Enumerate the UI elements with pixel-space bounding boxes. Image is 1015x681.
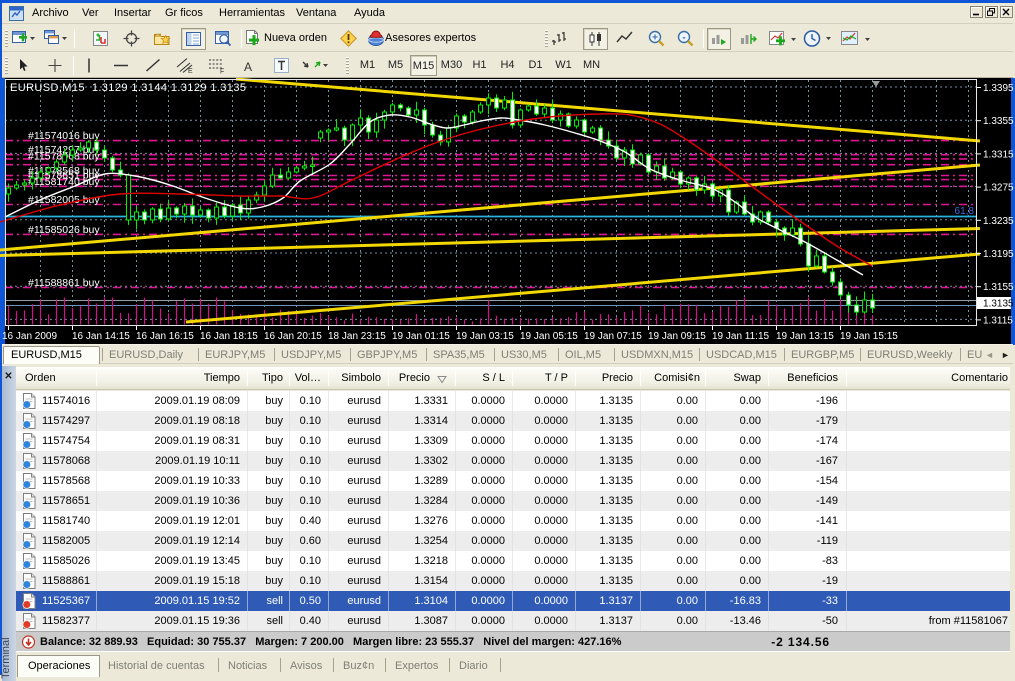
svg-text:16 Jan 20:15: 16 Jan 20:15: [264, 331, 322, 342]
svg-text:1.3355: 1.3355: [983, 116, 1014, 127]
svg-text:#11585026 buy: #11585026 buy: [28, 224, 100, 236]
svg-text:1.3135: 1.3135: [983, 299, 1014, 310]
svg-text:1.3155: 1.3155: [983, 282, 1014, 293]
svg-text:1.3235: 1.3235: [983, 216, 1014, 227]
svg-text:1.3315: 1.3315: [983, 149, 1014, 160]
svg-text:1.3115: 1.3115: [983, 315, 1013, 326]
svg-text:1.3275: 1.3275: [983, 183, 1014, 194]
svg-text:19 Jan 09:15: 19 Jan 09:15: [648, 331, 706, 342]
svg-text:+: +: [652, 33, 658, 44]
svg-text:16 Jan 14:15: 16 Jan 14:15: [72, 331, 130, 342]
svg-text:18 Jan 23:15: 18 Jan 23:15: [328, 331, 386, 342]
svg-text:EURUSD,M15 1.3129 1.3144 1.31: EURUSD,M15 1.3129 1.3144 1.3129 1.3135: [10, 82, 246, 94]
svg-text:19 Jan 13:15: 19 Jan 13:15: [776, 331, 834, 342]
svg-text:19 Jan 15:15: 19 Jan 15:15: [840, 331, 898, 342]
svg-text:1.3395: 1.3395: [983, 83, 1014, 94]
svg-text:19 Jan 05:15: 19 Jan 05:15: [520, 331, 578, 342]
svg-text:-: -: [682, 33, 685, 44]
svg-text:61,8: 61,8: [955, 206, 975, 217]
svg-text:19 Jan 01:15: 19 Jan 01:15: [392, 331, 450, 342]
svg-text:19 Jan 11:15: 19 Jan 11:15: [712, 331, 770, 342]
svg-text:E: E: [188, 68, 193, 74]
svg-text:#11574016 buy: #11574016 buy: [28, 130, 100, 142]
svg-text:#11588861 buy: #11588861 buy: [28, 277, 100, 289]
svg-text:19 Jan 03:15: 19 Jan 03:15: [456, 331, 514, 342]
svg-text:1.3195: 1.3195: [983, 249, 1014, 260]
svg-text:16 Jan 2009: 16 Jan 2009: [2, 331, 57, 342]
svg-text:16 Jan 18:15: 16 Jan 18:15: [200, 331, 258, 342]
svg-text:19 Jan 07:15: 19 Jan 07:15: [584, 331, 642, 342]
svg-text:F: F: [220, 69, 224, 75]
svg-text:16 Jan 16:15: 16 Jan 16:15: [136, 331, 194, 342]
